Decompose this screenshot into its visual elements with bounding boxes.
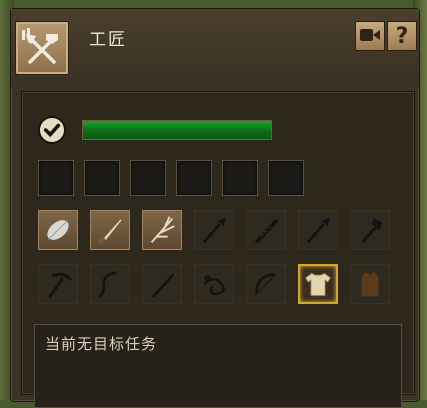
video-camera-icon (360, 27, 380, 46)
help-button[interactable]: ? (387, 21, 417, 51)
inventory-slot[interactable] (268, 160, 304, 196)
progress-bar (82, 120, 272, 140)
recipe-pickaxe[interactable] (38, 264, 78, 304)
task-text: 当前无目标任务 (45, 335, 158, 353)
inventory-slot[interactable] (84, 160, 120, 196)
video-camera-button[interactable] (355, 21, 385, 51)
recipe-sickle[interactable] (90, 264, 130, 304)
recipe-saw-blade[interactable] (246, 210, 286, 250)
checkmark-icon (38, 116, 66, 144)
inventory-slot[interactable] (176, 160, 212, 196)
inventory-slot[interactable] (130, 160, 166, 196)
progress-bar-fill (83, 121, 271, 139)
recipe-vest[interactable] (350, 264, 390, 304)
inventory-slot[interactable] (222, 160, 258, 196)
help-icon: ? (395, 23, 409, 49)
inventory-slot[interactable] (38, 160, 74, 196)
recipe-branch[interactable] (142, 210, 182, 250)
crossed-tools-icon (15, 21, 69, 75)
page-title: 工匠 (89, 30, 127, 50)
crafting-area: 当前无目标任务 (21, 91, 415, 408)
recipe-leaf[interactable] (38, 210, 78, 250)
recipe-spear[interactable] (298, 210, 338, 250)
recipe-blade[interactable] (142, 264, 182, 304)
recipe-knife[interactable] (90, 210, 130, 250)
profession-panel: 工匠 ? 当前无目标任务 (10, 8, 420, 408)
recipe-bow[interactable] (246, 264, 286, 304)
recipe-shirt[interactable] (298, 264, 338, 304)
recipe-axe[interactable] (350, 210, 390, 250)
task-box: 当前无目标任务 (34, 324, 402, 408)
recipe-spear[interactable] (194, 210, 234, 250)
panel-header: 工匠 ? (11, 9, 419, 87)
recipe-rope[interactable] (194, 264, 234, 304)
